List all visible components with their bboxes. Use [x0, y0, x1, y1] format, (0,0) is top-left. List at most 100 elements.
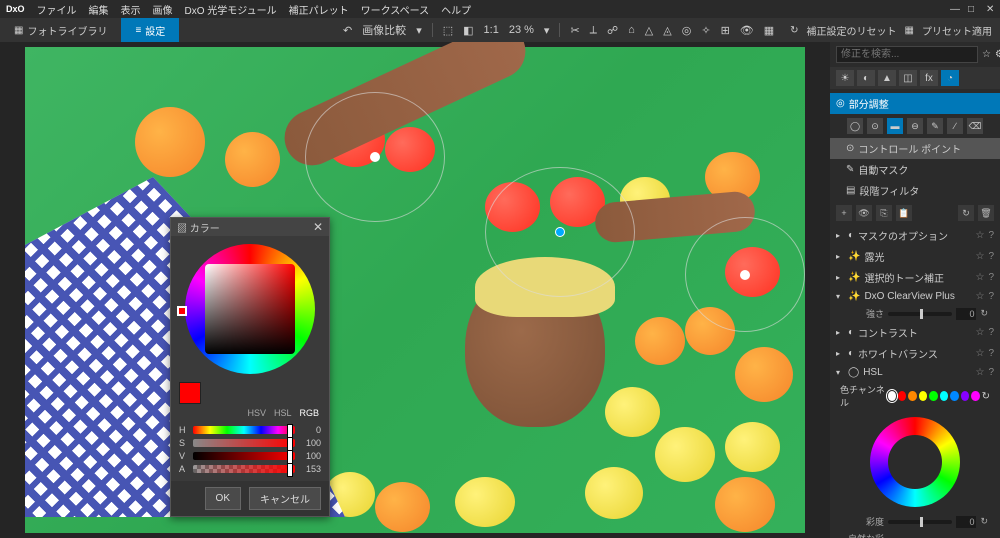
chip-magenta[interactable] [971, 391, 979, 401]
keystone-icon[interactable]: ⌂ [628, 24, 635, 36]
sat-slider[interactable] [888, 520, 952, 524]
neg-point-icon[interactable]: ⊖ [907, 118, 923, 134]
eraser-icon[interactable]: ⌫ [967, 118, 983, 134]
section-white-balance[interactable]: ▸◐ホワイトバランス☆? [830, 343, 1000, 364]
reset-button[interactable]: 補正設定のリセット [807, 23, 897, 38]
hue-handle[interactable] [177, 306, 187, 316]
horizon-icon[interactable]: ⟂ [590, 24, 597, 37]
chip-orange[interactable] [908, 391, 916, 401]
reset-icon[interactable]: ↻ [958, 205, 974, 221]
zoom-value[interactable]: 23 % [509, 24, 534, 36]
dust-icon[interactable]: ✧ [701, 24, 710, 37]
sat-slider[interactable] [193, 439, 295, 447]
eye-icon[interactable]: 👁 [740, 24, 754, 37]
maximize-icon[interactable]: □ [968, 4, 978, 14]
eye-toggle-icon[interactable]: 👁 [856, 205, 872, 221]
tab-light-icon[interactable]: ☀ [836, 70, 854, 86]
item-control-point[interactable]: ⊙コントロール ポイント [830, 138, 1000, 159]
item-grad-filter[interactable]: ▤段階フィルタ [830, 180, 1000, 201]
tab-detail-icon[interactable]: ▲ [878, 70, 896, 86]
add-icon[interactable]: + [836, 205, 852, 221]
panel-partial-adjust[interactable]: ◎ 部分調整 [830, 93, 1000, 114]
tab-geometry-icon[interactable]: ◫ [899, 70, 917, 86]
redeye-icon[interactable]: ◎ [682, 24, 692, 37]
menu-edit[interactable]: 編集 [89, 2, 109, 17]
chip-green[interactable] [929, 391, 937, 401]
val-slider[interactable] [193, 452, 295, 460]
cancel-button[interactable]: キャンセル [249, 487, 321, 510]
watermark-icon[interactable]: ⊞ [721, 24, 730, 37]
item-auto-mask[interactable]: ✎自動マスク [830, 159, 1000, 180]
reset-icon[interactable]: ↻ [790, 25, 798, 36]
menu-image[interactable]: 画像 [153, 2, 173, 17]
color-wheel[interactable] [185, 244, 315, 374]
section-selective-tone[interactable]: ▸✨選択的トーン補正☆? [830, 267, 1000, 288]
settings-icon[interactable]: ⚙ [995, 49, 1000, 60]
menu-help[interactable]: ヘルプ [441, 2, 471, 17]
zoom-chevron-icon[interactable]: ▾ [544, 24, 550, 37]
section-exposure[interactable]: ▸✨露光☆? [830, 246, 1000, 267]
control-point-icon[interactable]: ⊙ [867, 118, 883, 134]
gradient-icon[interactable]: ∕ [947, 118, 963, 134]
chip-yellow[interactable] [919, 391, 927, 401]
tab-hsl[interactable]: HSL [274, 408, 292, 418]
menu-palette[interactable]: 補正パレット [289, 2, 349, 17]
reset-chips-icon[interactable]: ↻ [982, 391, 990, 402]
tab-library[interactable]: ▦ フォトライブラリ [0, 18, 121, 42]
miniature-icon[interactable]: ◬ [663, 24, 671, 37]
navigator-icon[interactable]: ◧ [463, 24, 473, 37]
auto-mask-icon[interactable]: ✎ [927, 118, 943, 134]
tab-fx-icon[interactable]: fx [920, 70, 938, 86]
preset-button[interactable]: プリセット適用 [922, 23, 992, 38]
chip-red[interactable] [898, 391, 906, 401]
menu-view[interactable]: 表示 [121, 2, 141, 17]
section-hsl[interactable]: ▾◯HSL☆? [830, 364, 1000, 381]
menu-file[interactable]: ファイル [37, 2, 77, 17]
tab-contrast-icon[interactable]: ◐ [857, 70, 875, 86]
section-contrast[interactable]: ▸◐コントラスト☆? [830, 322, 1000, 343]
crop-icon[interactable]: ✂ [570, 24, 579, 37]
reset-sat-icon[interactable]: ↻ [980, 516, 988, 527]
delete-icon[interactable]: 🗑 [978, 205, 994, 221]
menu-dxo-optics[interactable]: DxO 光学モジュール [185, 2, 277, 17]
chip-purple[interactable] [961, 391, 969, 401]
chip-cyan[interactable] [940, 391, 948, 401]
menu-workspace[interactable]: ワークスペース [361, 2, 430, 17]
compare-button[interactable]: 画像比較 [362, 22, 406, 38]
reset-slider-icon[interactable]: ↻ [980, 308, 988, 319]
dialog-titlebar[interactable]: ▨ カラー ✕ [171, 218, 329, 236]
image-viewer[interactable]: ▨ カラー ✕ HSV HSL RGB H0 S100 V100 A153 OK… [0, 42, 830, 538]
sat-value[interactable]: 0 [956, 516, 976, 528]
paste-icon[interactable]: 📋 [896, 205, 912, 221]
preset-icon[interactable]: ▦ [905, 25, 914, 36]
close-icon[interactable]: ✕ [986, 4, 996, 14]
control-line-icon[interactable]: ◯ [847, 118, 863, 134]
copy-icon[interactable]: ⎘ [876, 205, 892, 221]
current-color-swatch[interactable] [179, 382, 201, 404]
section-mask-option[interactable]: ▸◐マスクのオプション☆? [830, 225, 1000, 246]
strength-slider[interactable] [888, 312, 952, 316]
fit-icon[interactable]: ⬚ [443, 24, 453, 37]
minimize-icon[interactable]: — [950, 4, 960, 14]
tab-rgb[interactable]: RGB [299, 408, 319, 418]
section-clearview[interactable]: ▾✨DxO ClearView Plus☆? [830, 288, 1000, 305]
hsl-color-wheel[interactable] [870, 417, 960, 507]
alpha-slider[interactable] [193, 465, 295, 473]
search-input[interactable] [836, 46, 978, 63]
chip-blue[interactable] [950, 391, 958, 401]
perspective-icon[interactable]: ☍ [607, 24, 618, 37]
star-icon[interactable]: ☆ [982, 49, 991, 60]
history-icon[interactable]: ↶ [343, 24, 352, 37]
hue-slider[interactable] [193, 426, 295, 434]
chevron-down-icon[interactable]: ▾ [416, 24, 422, 37]
ok-button[interactable]: OK [205, 487, 241, 510]
scale-label[interactable]: 1:1 [484, 24, 499, 36]
chip-all[interactable] [888, 391, 896, 401]
tab-local-icon[interactable]: ◔ [941, 70, 959, 86]
strength-value[interactable]: 0 [956, 308, 976, 320]
reshape-icon[interactable]: △ [645, 24, 653, 37]
tab-settings[interactable]: ≡ 設定 [121, 18, 179, 42]
dialog-close-icon[interactable]: ✕ [313, 220, 323, 234]
tab-hsv[interactable]: HSV [247, 408, 266, 418]
grid-icon[interactable]: ▦ [764, 24, 774, 37]
